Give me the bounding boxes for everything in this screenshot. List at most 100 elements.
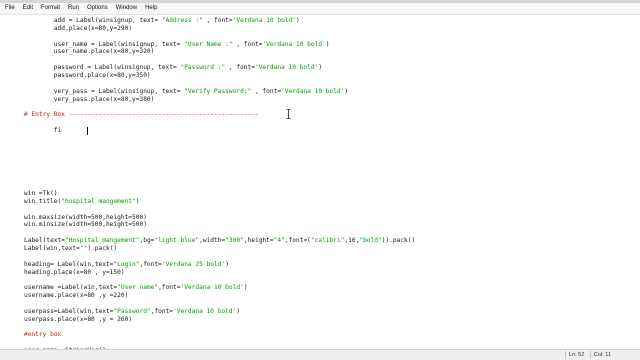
code-token: ,font= bbox=[158, 284, 181, 292]
string-token: 'Verdana 10 bold' bbox=[232, 17, 296, 24]
code-token: ) bbox=[318, 64, 323, 72]
code-token: ) bbox=[236, 307, 241, 315]
string-token: 'Verdana 10 bold' bbox=[180, 284, 244, 292]
code-token: Label(win,text= bbox=[24, 244, 80, 252]
code-token: very_pass.place(x=80,y=380) bbox=[24, 95, 155, 103]
menu-file[interactable]: File bbox=[0, 3, 19, 14]
menu-options[interactable]: Options bbox=[83, 3, 112, 14]
comment-token: # Entry Box ----------------------------… bbox=[24, 111, 259, 119]
string-token: 'Verdana 10 bold' bbox=[254, 64, 319, 72]
code-token: ).pack() bbox=[87, 244, 118, 252]
code-line: #entry box bbox=[24, 331, 61, 339]
code-line: win =Tk() bbox=[24, 190, 58, 198]
code-line: user_name = Label(winsignup, text= "User… bbox=[24, 41, 330, 49]
code-editor[interactable]: user_name =StringVar()#entry boxuserpass… bbox=[0, 15, 640, 349]
code-token: ,bg= bbox=[139, 237, 155, 245]
idle-editor-window: File Edit Format Run Options Window Help… bbox=[0, 0, 640, 360]
string-token: 'Verdana 25 bold' bbox=[161, 260, 226, 268]
code-token: Label(text= bbox=[24, 237, 65, 245]
code-token: ,font= bbox=[150, 307, 174, 315]
code-line: add = Label(winsignup, text= "Address :"… bbox=[24, 17, 300, 25]
code-token: ,height= bbox=[243, 237, 274, 245]
code-line: heading.place(x=80 , y=150) bbox=[24, 269, 125, 277]
code-token: , font= bbox=[225, 64, 255, 72]
code-token: win.title( bbox=[24, 197, 62, 205]
string-token: 'Verdana 10 bold' bbox=[262, 40, 326, 48]
code-line: user_name.place(x=80,y=320) bbox=[24, 48, 155, 56]
code-line: heading= Label(win,text="Login",font='Ve… bbox=[24, 261, 229, 269]
code-line: win.title("hospital mangement") bbox=[24, 198, 140, 206]
code-token: , font= bbox=[202, 17, 233, 24]
comment-token: #entry box bbox=[24, 331, 62, 339]
string-token: "300" bbox=[225, 237, 244, 245]
status-separator bbox=[590, 351, 591, 359]
code-token: ) bbox=[243, 284, 248, 292]
code-token: heading= Label(win,text= bbox=[24, 260, 114, 268]
code-token: , font= bbox=[232, 40, 263, 48]
menu-window[interactable]: Window bbox=[112, 3, 141, 14]
string-token: "Password" bbox=[113, 307, 151, 315]
string-token: "Password :" bbox=[180, 64, 226, 72]
code-line: win.maxsize(width=500,height=500) bbox=[24, 214, 147, 222]
string-token: "4" bbox=[273, 237, 285, 245]
code-token: fi bbox=[24, 127, 62, 134]
text-caret bbox=[87, 127, 88, 135]
code-token: username.place(x=80 ,y =220) bbox=[24, 292, 129, 300]
code-token: ,width= bbox=[199, 237, 226, 245]
string-token: "bold" bbox=[359, 237, 382, 245]
code-token: add = Label(winsignup, text= bbox=[24, 17, 162, 24]
code-token: ,font= bbox=[139, 260, 162, 268]
status-separator bbox=[565, 351, 566, 359]
code-line: very_pass = Label(winsignup, text= "Veri… bbox=[24, 88, 348, 96]
string-token: "User Name :" bbox=[184, 40, 233, 48]
code-token: win.minsize(width=500,height=500) bbox=[24, 221, 147, 229]
code-token: ,font=( bbox=[284, 237, 311, 245]
code-token: username =Label(win,text= bbox=[24, 284, 118, 292]
code-token: ) bbox=[295, 17, 300, 24]
code-token: password = Label(winsignup, text= bbox=[24, 64, 181, 72]
status-line-number: Ln: 52 bbox=[569, 352, 585, 358]
string-token: "Login" bbox=[113, 260, 140, 268]
menu-help[interactable]: Help bbox=[141, 3, 161, 14]
ibeam-cursor-icon bbox=[286, 109, 291, 119]
code-token: very_pass = Label(winsignup, text= bbox=[24, 87, 185, 95]
code-token: user_name = Label(winsignup, text= bbox=[24, 40, 185, 48]
string-token: "hospital mangement" bbox=[61, 197, 136, 205]
code-token: win =Tk() bbox=[24, 189, 58, 197]
code-line: userpass.place(x=80 ,y = 260) bbox=[24, 316, 132, 324]
code-token: , font= bbox=[251, 87, 282, 95]
code-token: ,16, bbox=[344, 237, 360, 245]
menu-bar: File Edit Format Run Options Window Help bbox=[0, 3, 640, 15]
code-line: add.place(x=80,y=290) bbox=[24, 25, 132, 33]
code-token: ) bbox=[344, 87, 349, 95]
code-token: password.place(x=80,y=350) bbox=[24, 72, 151, 79]
code-token: userpass.place(x=80 ,y = 260) bbox=[24, 315, 133, 323]
code-line: userpass=Label(win,text="Password",font=… bbox=[24, 308, 240, 316]
code-token: heading.place(x=80 , y=150) bbox=[24, 268, 125, 276]
code-line: # Entry Box ----------------------------… bbox=[24, 111, 259, 119]
code-token: user_name.place(x=80,y=320) bbox=[24, 48, 155, 56]
menu-format[interactable]: Format bbox=[37, 3, 64, 14]
menu-edit[interactable]: Edit bbox=[19, 3, 37, 14]
code-line: Label(text="Hospital mangement",bg="ligh… bbox=[24, 237, 415, 245]
menu-run[interactable]: Run bbox=[64, 3, 83, 14]
status-column-number: Col: 11 bbox=[594, 352, 612, 358]
code-line: win.minsize(width=500,height=500) bbox=[24, 221, 147, 229]
code-token: ) bbox=[135, 197, 140, 205]
string-token: "light blue" bbox=[154, 237, 200, 245]
string-token: 'Verdana 10 bold' bbox=[281, 87, 345, 95]
code-token: userpass=Label(win,text= bbox=[24, 307, 114, 315]
status-bar: Ln: 52 Col: 11 bbox=[0, 349, 640, 360]
code-line: username =Label(win,text="User name",fon… bbox=[24, 284, 248, 292]
code-token: ) bbox=[325, 40, 330, 48]
code-token: ) bbox=[225, 260, 229, 268]
string-token: "User name" bbox=[117, 284, 159, 292]
string-token: "Verify Password:" bbox=[184, 87, 252, 95]
code-line: very_pass.place(x=80,y=380) bbox=[24, 95, 155, 104]
code-line: username.place(x=80 ,y =220) bbox=[24, 292, 128, 300]
code-token: win.maxsize(width=500,height=500) bbox=[24, 213, 147, 221]
code-token: add.place(x=80,y=290) bbox=[24, 24, 133, 32]
string-token: "calibri" bbox=[310, 237, 345, 245]
code-line: fi bbox=[24, 127, 61, 135]
code-line: password = Label(winsignup, text= "Passw… bbox=[24, 64, 322, 72]
